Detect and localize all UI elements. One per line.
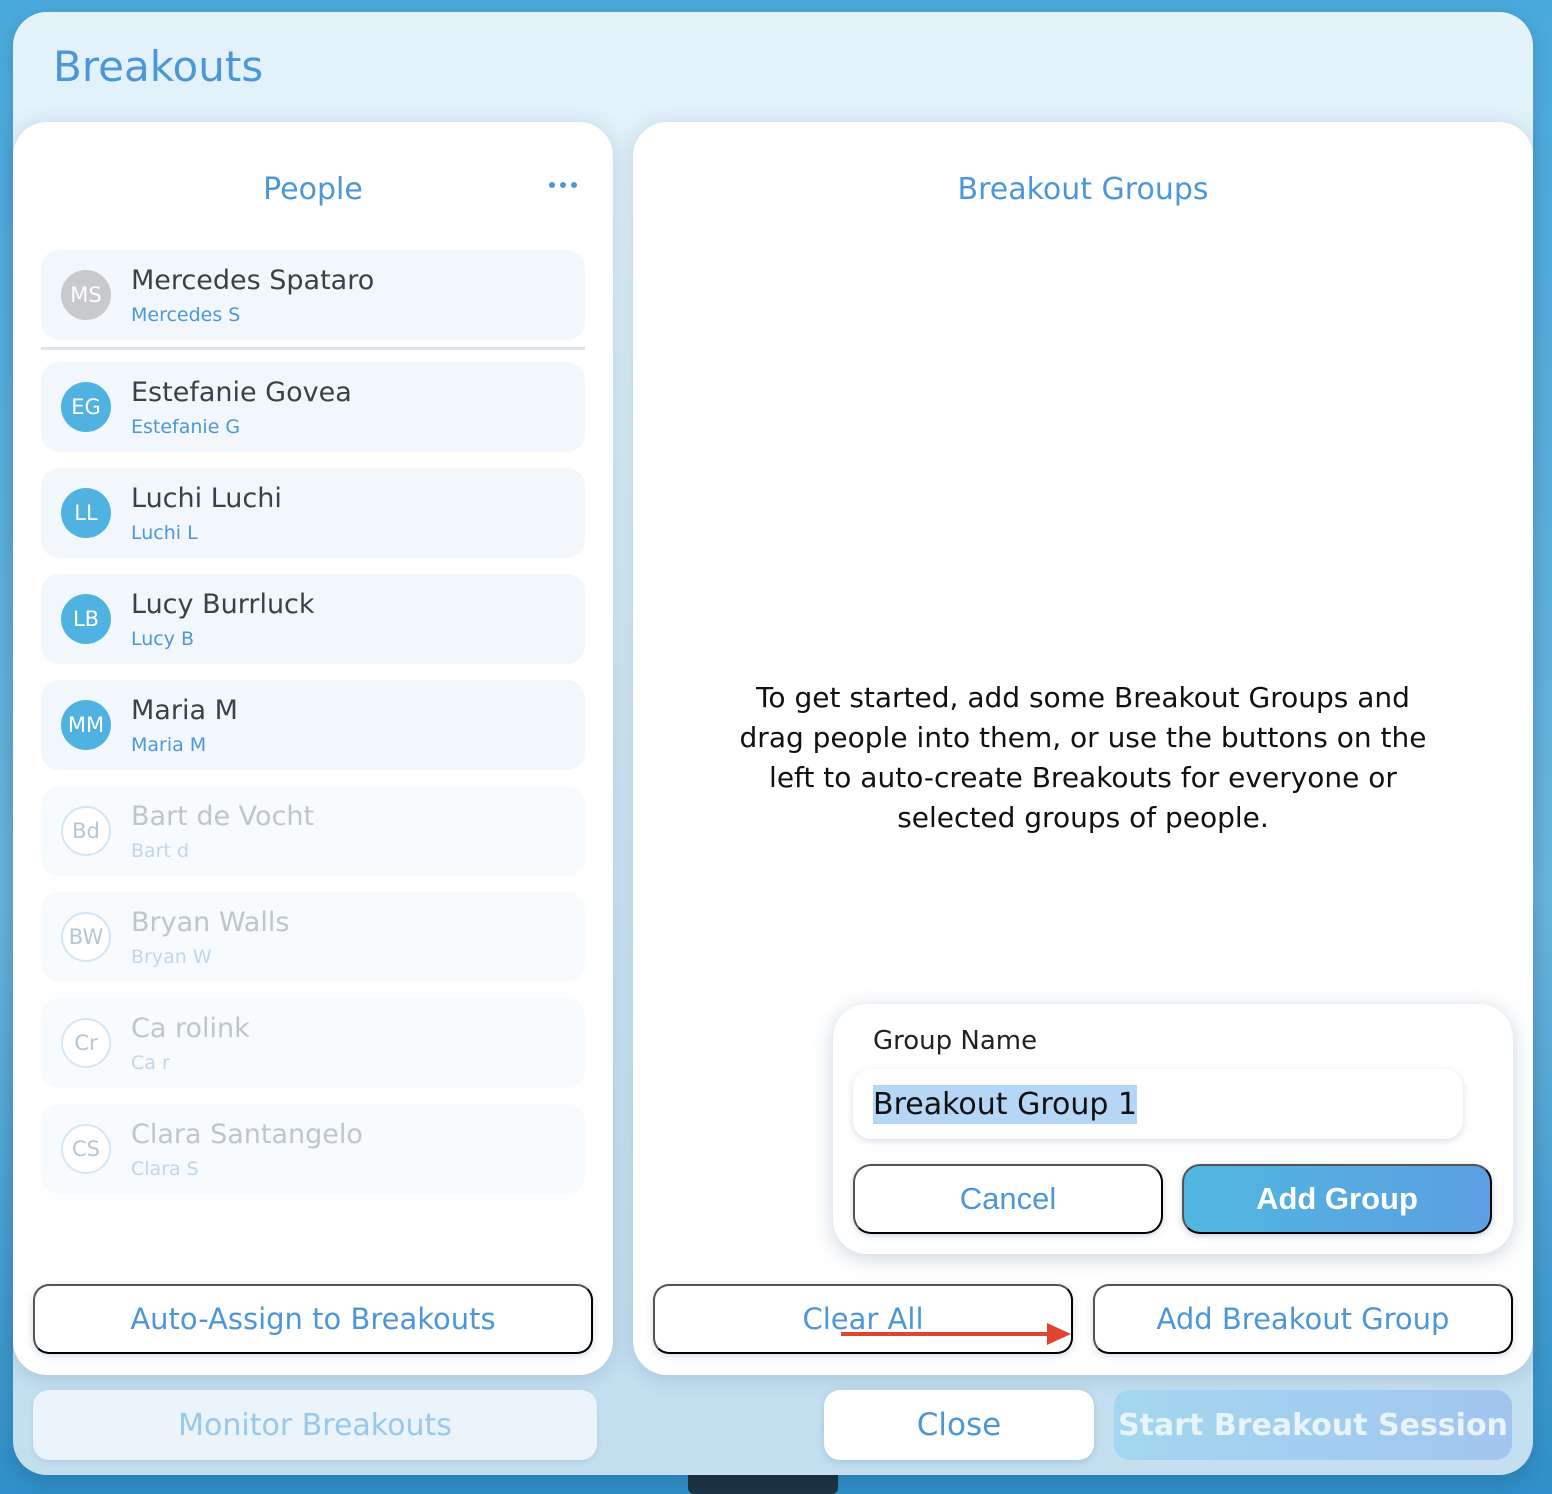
person-name: Luchi Luchi: [131, 483, 282, 514]
person-short-name: Mercedes S: [131, 304, 241, 326]
avatar: Bd: [61, 806, 111, 856]
annotation-arrow-icon: [841, 1323, 1071, 1345]
avatar: BW: [61, 912, 111, 962]
avatar: EG: [61, 382, 111, 432]
person-row[interactable]: MS Mercedes Spataro Mercedes S: [41, 250, 585, 350]
people-list[interactable]: MS Mercedes Spataro Mercedes S EG Estefanie …: [41, 250, 585, 1235]
person-short-name: Bart d: [131, 840, 190, 862]
start-breakout-session-button[interactable]: Start Breakout Session: [1114, 1390, 1512, 1460]
auto-assign-button[interactable]: Auto-Assign to Breakouts: [33, 1284, 593, 1354]
person-name: Estefanie Govea: [131, 377, 352, 408]
host-separator: [41, 347, 585, 350]
avatar: MS: [61, 270, 111, 320]
add-group-button[interactable]: Add Group: [1182, 1164, 1492, 1234]
avatar: LB: [61, 594, 111, 644]
empty-state-message: To get started, add some Breakout Groups…: [739, 681, 1427, 834]
person-name: Bart de Vocht: [131, 801, 315, 832]
person-row[interactable]: BW Bryan Walls Bryan W: [41, 892, 585, 982]
person-row[interactable]: CS Clara Santangelo Clara S: [41, 1104, 585, 1194]
avatar: CS: [61, 1124, 111, 1174]
person-row[interactable]: Cr Ca rolink Ca r: [41, 998, 585, 1088]
people-panel-title: People: [263, 172, 363, 207]
avatar: MM: [61, 700, 111, 750]
person-short-name: Lucy B: [131, 628, 195, 650]
person-short-name: Clara S: [131, 1158, 199, 1180]
monitor-breakouts-button[interactable]: Monitor Breakouts: [33, 1390, 597, 1460]
person-short-name: Bryan W: [131, 946, 212, 968]
add-group-popover: Group Name Breakout Group 1 Cancel Add G…: [833, 1004, 1513, 1254]
cancel-button[interactable]: Cancel: [853, 1164, 1163, 1234]
group-name-value: Breakout Group 1: [873, 1084, 1138, 1124]
add-breakout-group-button[interactable]: Add Breakout Group: [1093, 1284, 1513, 1354]
person-short-name: Ca r: [131, 1052, 170, 1074]
person-name: Ca rolink: [131, 1013, 250, 1044]
close-button[interactable]: Close: [824, 1390, 1094, 1460]
person-row[interactable]: Bd Bart de Vocht Bart d: [41, 786, 585, 876]
person-name: Mercedes Spataro: [131, 265, 375, 296]
person-name: Maria M: [131, 695, 238, 726]
breakouts-modal: Breakouts People MS Mercedes Spataro Merce…: [13, 12, 1533, 1475]
modal-title: Breakouts: [53, 42, 264, 91]
person-name: Lucy Burrluck: [131, 589, 315, 620]
groups-panel-title: Breakout Groups: [957, 172, 1209, 207]
person-row[interactable]: LB Lucy Burrluck Lucy B: [41, 574, 585, 664]
group-name-label: Group Name: [873, 1026, 1038, 1056]
person-short-name: Estefanie G: [131, 416, 241, 438]
person-short-name: Maria M: [131, 734, 207, 756]
person-name: Bryan Walls: [131, 907, 290, 938]
group-name-input[interactable]: Breakout Group 1: [853, 1069, 1463, 1139]
person-short-name: Luchi L: [131, 522, 198, 544]
breakout-groups-panel: Breakout Groups To get started, add some…: [633, 122, 1533, 1375]
avatar: LL: [61, 488, 111, 538]
person-name: Clara Santangelo: [131, 1119, 363, 1150]
avatar: Cr: [61, 1018, 111, 1068]
people-panel: People MS Mercedes Spataro Mercedes S EG Est…: [13, 122, 613, 1375]
ellipsis-icon[interactable]: [549, 182, 577, 188]
person-row[interactable]: LL Luchi Luchi Luchi L: [41, 468, 585, 558]
person-row[interactable]: MM Maria M Maria M: [41, 680, 585, 770]
person-row[interactable]: EG Estefanie Govea Estefanie G: [41, 362, 585, 452]
